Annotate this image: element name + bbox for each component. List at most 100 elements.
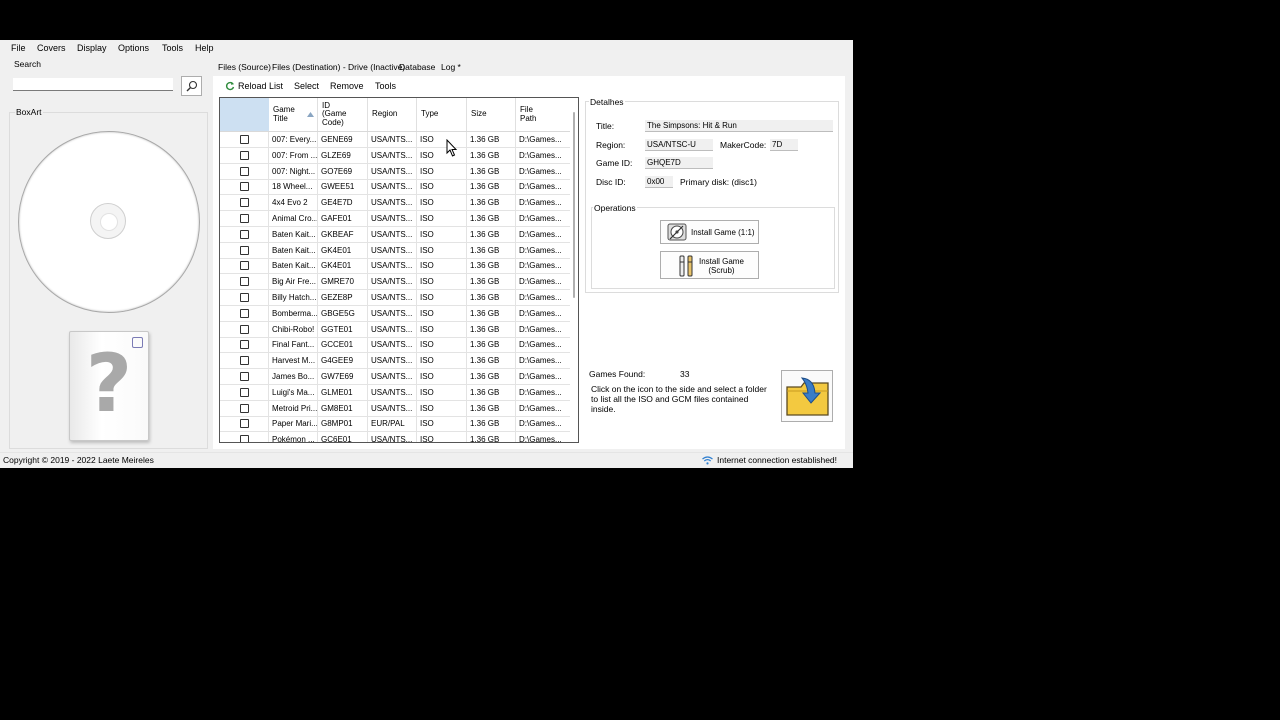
cell-type[interactable]: ISO <box>417 305 467 321</box>
games-table[interactable]: Game Title ID (Game Code) Region Type Si… <box>219 97 579 443</box>
cell-title[interactable]: Harvest M... <box>269 353 318 369</box>
table-row[interactable]: Metroid Pri... GM8E01 USA/NTS... ISO 1.36 GB… <box>220 400 570 417</box>
cell-id[interactable]: GENE69 <box>318 132 368 147</box>
cell-title[interactable]: Final Fant... <box>269 337 318 353</box>
cell-path[interactable]: D:\Games... <box>516 132 570 147</box>
cell-title[interactable]: Animal Cro... <box>269 211 318 226</box>
cell-size[interactable]: 1.36 GB <box>467 305 516 321</box>
cell-id[interactable]: G4GEE9 <box>318 353 368 369</box>
cell-region[interactable]: USA/NTS... <box>368 337 417 353</box>
row-select-cell[interactable] <box>220 432 269 442</box>
cell-type[interactable]: ISO <box>417 195 467 211</box>
table-row[interactable]: Baten Kait... GK4E01 USA/NTS... ISO 1.36 GB D… <box>220 242 570 259</box>
cell-path[interactable]: D:\Games... <box>516 385 570 400</box>
cell-id[interactable]: GAFE01 <box>318 211 368 226</box>
cell-title[interactable]: 007: From ... <box>269 147 318 163</box>
cell-region[interactable]: USA/NTS... <box>368 274 417 290</box>
cell-type[interactable]: ISO <box>417 416 467 432</box>
table-row[interactable]: 007: Every... GENE69 USA/NTS... ISO 1.36 GB D… <box>220 132 570 148</box>
cell-id[interactable]: GKBEAF <box>318 226 368 242</box>
table-row[interactable]: Paper Mari... G8MP01 EUR/PAL ISO 1.36 GB D:\G… <box>220 416 570 433</box>
table-row[interactable]: Harvest M... G4GEE9 USA/NTS... ISO 1.36 GB D:… <box>220 353 570 370</box>
row-select-cell[interactable] <box>220 384 269 400</box>
cell-title[interactable]: Luigi's Ma... <box>269 384 318 400</box>
cell-id[interactable]: GK4E01 <box>318 258 368 274</box>
cell-region[interactable]: USA/NTS... <box>368 290 417 305</box>
search-button[interactable] <box>181 76 202 96</box>
menu-file[interactable]: File <box>11 43 26 53</box>
table-row[interactable]: Big Air Fre... GMRE70 USA/NTS... ISO 1.36 GB… <box>220 274 570 291</box>
cell-region[interactable]: USA/NTS... <box>368 353 417 369</box>
cell-title[interactable]: Baten Kait... <box>269 226 318 242</box>
cell-size[interactable]: 1.36 GB <box>467 321 516 337</box>
cell-type[interactable]: ISO <box>417 384 467 400</box>
table-row[interactable]: Baten Kait... GKBEAF USA/NTS... ISO 1.36 GB D… <box>220 226 570 243</box>
cell-region[interactable]: USA/NTS... <box>368 211 417 226</box>
cell-title[interactable]: Billy Hatch... <box>269 290 318 305</box>
cell-id[interactable]: GWEE51 <box>318 179 368 195</box>
row-select-cell[interactable] <box>220 163 269 179</box>
cell-size[interactable]: 1.36 GB <box>467 147 516 163</box>
row-select-cell[interactable] <box>220 226 269 242</box>
cell-path[interactable]: D:\Games... <box>516 227 570 242</box>
cell-id[interactable]: GBGE5G <box>318 305 368 321</box>
row-select-cell[interactable] <box>220 416 269 432</box>
cell-path[interactable]: D:\Games... <box>516 179 570 194</box>
cell-size[interactable]: 1.36 GB <box>467 432 516 442</box>
cell-region[interactable]: USA/NTS... <box>368 226 417 242</box>
cell-path[interactable]: D:\Games... <box>516 353 570 368</box>
cell-id[interactable]: GLZE69 <box>318 147 368 163</box>
cell-type[interactable]: ISO <box>417 179 467 195</box>
cell-region[interactable]: USA/NTS... <box>368 163 417 179</box>
cell-id[interactable]: GMRE70 <box>318 274 368 290</box>
cell-region[interactable]: USA/NTS... <box>368 369 417 384</box>
cell-title[interactable]: Metroid Pri... <box>269 400 318 416</box>
cell-region[interactable]: USA/NTS... <box>368 384 417 400</box>
cell-id[interactable]: GK4E01 <box>318 242 368 258</box>
cell-path[interactable]: D:\Games... <box>516 290 570 305</box>
makercode-field[interactable]: 7D <box>770 139 798 151</box>
cell-size[interactable]: 1.36 GB <box>467 353 516 369</box>
cell-title[interactable]: Baten Kait... <box>269 242 318 258</box>
cell-type[interactable]: ISO <box>417 353 467 369</box>
header-select-cell[interactable] <box>220 98 269 131</box>
tab-files-source[interactable]: Files (Source) <box>218 62 271 72</box>
table-row[interactable]: 18 Wheel... GWEE51 USA/NTS... ISO 1.36 GB D:\… <box>220 179 570 196</box>
discid-field[interactable]: 0x00 <box>645 176 673 188</box>
table-row[interactable]: 4x4 Evo 2 GE4E7D USA/NTS... ISO 1.36 GB D:\Ga… <box>220 195 570 212</box>
cell-size[interactable]: 1.36 GB <box>467 400 516 416</box>
cell-type[interactable]: ISO <box>417 369 467 384</box>
tools-button[interactable]: Tools <box>375 81 396 91</box>
install-game-scrub-button[interactable]: Install Game (Scrub) <box>660 251 759 279</box>
cell-path[interactable]: D:\Games... <box>516 195 570 210</box>
table-row[interactable]: Billy Hatch... GEZE8P USA/NTS... ISO 1.36 GB… <box>220 290 570 306</box>
table-row[interactable]: Final Fant... GCCE01 USA/NTS... ISO 1.36 GB D… <box>220 337 570 354</box>
cell-id[interactable]: G8MP01 <box>318 416 368 432</box>
col-file-path[interactable]: File Path <box>516 98 570 131</box>
table-row[interactable]: James Bo... GW7E69 USA/NTS... ISO 1.36 GB D:\… <box>220 369 570 385</box>
cell-region[interactable]: USA/NTS... <box>368 147 417 163</box>
cell-title[interactable]: Paper Mari... <box>269 416 318 432</box>
cell-type[interactable]: ISO <box>417 163 467 179</box>
cell-id[interactable]: GO7E69 <box>318 163 368 179</box>
cell-title[interactable]: 007: Every... <box>269 132 318 147</box>
menu-display[interactable]: Display <box>77 43 107 53</box>
row-select-cell[interactable] <box>220 290 269 305</box>
cell-path[interactable]: D:\Games... <box>516 258 570 273</box>
menu-help[interactable]: Help <box>195 43 214 53</box>
cell-type[interactable]: ISO <box>417 258 467 274</box>
cell-path[interactable]: D:\Games... <box>516 306 570 321</box>
cell-region[interactable]: USA/NTS... <box>368 132 417 147</box>
tab-files-destination[interactable]: Files (Destination) - Drive (Inactive) <box>272 62 405 72</box>
cell-title[interactable]: Pokémon ... <box>269 432 318 442</box>
table-row[interactable]: Pokémon ... GC6E01 USA/NTS... ISO 1.36 GB D:\… <box>220 432 570 442</box>
cell-size[interactable]: 1.36 GB <box>467 211 516 226</box>
scrollbar-thumb[interactable] <box>573 112 575 298</box>
row-select-cell[interactable] <box>220 242 269 258</box>
cell-id[interactable]: GM8E01 <box>318 400 368 416</box>
cell-path[interactable]: D:\Games... <box>516 401 570 416</box>
gameid-field[interactable]: GHQE7D <box>645 157 713 169</box>
cell-type[interactable]: ISO <box>417 211 467 226</box>
cell-size[interactable]: 1.36 GB <box>467 179 516 195</box>
cell-type[interactable]: ISO <box>417 132 467 147</box>
